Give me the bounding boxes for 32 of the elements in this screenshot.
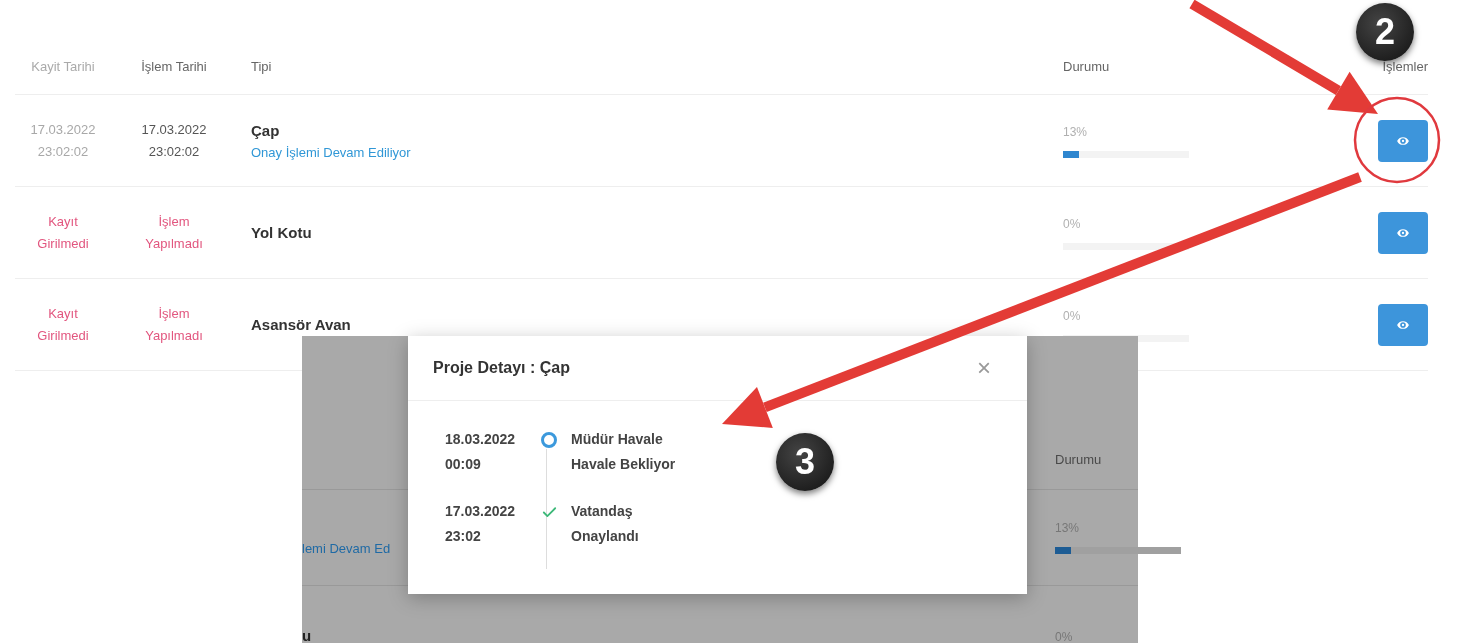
- column-header: Tipi: [250, 58, 272, 74]
- progress-reading: 0%: [1063, 309, 1082, 323]
- progress-reading: 13%: [1063, 125, 1089, 139]
- status-text: Onay İşlemi Devam Ediliyor: [251, 144, 412, 160]
- status-text: lemi Devam Ed: [302, 540, 391, 556]
- project-type: Çap: [251, 121, 281, 139]
- date-cell-text: 17.03.2022 23:02:02: [30, 120, 96, 161]
- ring-icon: [541, 432, 557, 448]
- view-button[interactable]: [1378, 211, 1428, 254]
- timeline-date: 18.03.2022 00:09: [445, 430, 516, 474]
- view-button[interactable]: [1378, 303, 1428, 346]
- column-header: Kayit Tarihi: [31, 58, 95, 74]
- close-button[interactable]: ×: [977, 354, 991, 382]
- column-header: İşlemler: [1382, 58, 1428, 74]
- project-type: Yol Kotu: [251, 224, 313, 241]
- date-cell-text: Kayıt Girilmedi: [37, 212, 89, 253]
- date-cell-text: İşlem Yapılmadı: [145, 304, 203, 345]
- date-cell-text: İşlem Yapılmadı: [145, 212, 203, 253]
- step-badge: 2: [1356, 3, 1414, 61]
- date-cell-text: Kayıt Girilmedi: [37, 304, 89, 345]
- dialog-title: Proje Detayı : Çap: [433, 359, 570, 377]
- project-type: u: [302, 627, 312, 643]
- progress-reading: 0%: [1063, 217, 1082, 231]
- column-header: Durumu: [1055, 452, 1102, 467]
- timeline-date: 17.03.2022 23:02: [445, 502, 516, 546]
- view-button[interactable]: [1378, 119, 1428, 162]
- project-type: Asansör Avan: [251, 316, 352, 333]
- date-cell-text: 17.03.2022 23:02:02: [141, 120, 207, 161]
- column-header: İşlem Tarihi: [141, 58, 207, 74]
- column-header: Durumu: [1063, 58, 1110, 74]
- timeline-text: Vatandaş Onaylandı: [571, 502, 639, 546]
- timeline-text: Müdür Havale Havale Bekliyor: [571, 430, 676, 474]
